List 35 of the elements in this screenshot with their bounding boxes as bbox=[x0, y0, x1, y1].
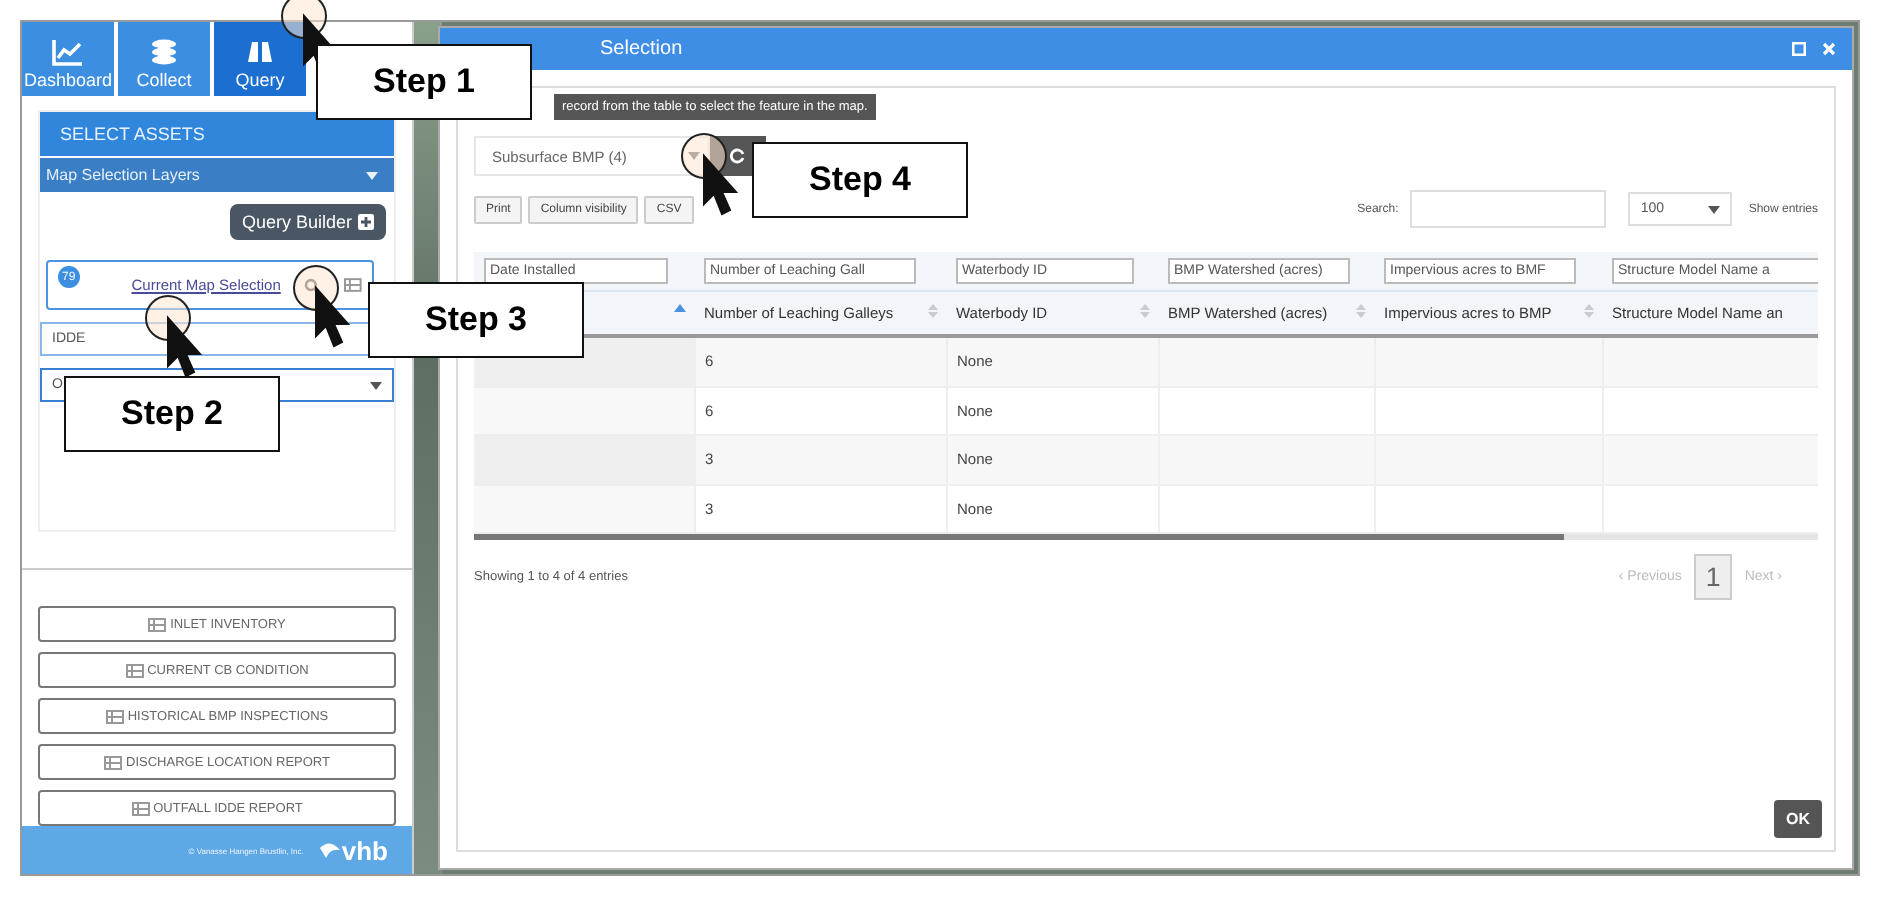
caret-icon bbox=[366, 171, 378, 179]
layers-dropdown[interactable]: Map Selection Layers bbox=[40, 158, 394, 192]
sidebar-tab[interactable]: Query bbox=[214, 22, 306, 96]
step-callout: Step 3 bbox=[368, 282, 584, 358]
search-field[interactable] bbox=[1410, 190, 1607, 228]
table-icon bbox=[125, 663, 144, 677]
sort-ascending-icon[interactable] bbox=[674, 304, 686, 312]
maximize-icon[interactable] bbox=[1792, 42, 1806, 56]
line-chart-icon bbox=[52, 38, 84, 66]
caret-icon bbox=[1708, 205, 1721, 213]
caret-icon bbox=[370, 381, 382, 389]
panel-header: SELECT ASSETS bbox=[40, 112, 394, 156]
page-button[interactable]: 1 bbox=[1693, 554, 1733, 600]
close-icon[interactable] bbox=[1822, 42, 1836, 56]
refresh-icon bbox=[730, 148, 746, 164]
binoculars-icon bbox=[244, 38, 276, 66]
query-builder-button[interactable]: Query Builder bbox=[229, 204, 386, 240]
table-icon[interactable] bbox=[344, 278, 362, 292]
table-icon bbox=[148, 617, 167, 631]
dialog-title: Selection bbox=[600, 38, 685, 60]
cursor-icon bbox=[145, 295, 203, 378]
step-callout: Step 1 bbox=[316, 44, 532, 120]
cursor-icon bbox=[681, 133, 739, 216]
caret-icon bbox=[688, 152, 700, 160]
ok-button[interactable]: OK bbox=[1774, 800, 1822, 838]
plus-icon bbox=[358, 214, 374, 230]
step-callout: Step 2 bbox=[64, 376, 280, 452]
table-icon bbox=[105, 709, 124, 723]
table-icon bbox=[131, 801, 150, 815]
company-logo: vhb bbox=[319, 835, 388, 865]
table-icon bbox=[104, 755, 123, 769]
horizontal-scrollbar[interactable] bbox=[474, 534, 1818, 540]
database-icon bbox=[148, 38, 180, 66]
step-callout: Step 4 bbox=[752, 142, 968, 218]
cursor-icon bbox=[293, 265, 351, 348]
